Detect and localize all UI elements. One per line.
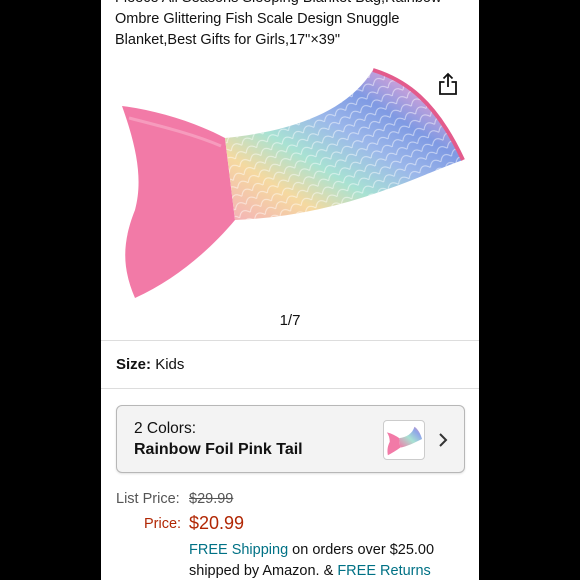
list-price-label: List Price: — [116, 491, 180, 507]
color-count: 2 Colors: — [134, 420, 197, 437]
size-label: Size: — [116, 356, 152, 373]
free-returns-link[interactable]: FREE Returns — [337, 563, 430, 579]
product-image[interactable] — [115, 60, 465, 305]
selected-color: Rainbow Foil Pink Tail — [134, 441, 303, 458]
divider — [101, 340, 479, 341]
list-price-value: $29.99 — [189, 491, 234, 507]
free-shipping-link[interactable]: FREE Shipping — [189, 542, 288, 558]
price-value: $20.99 — [189, 513, 245, 533]
shipping-text: on orders over $25.00 — [288, 542, 435, 558]
color-selector-button[interactable]: 2 Colors: Rainbow Foil Pink Tail — [116, 405, 465, 473]
title-line: Blanket,Best Gifts for Girls,17"×39" — [115, 32, 341, 48]
shipping-info: FREE Shipping on orders over $25.00 ship… — [189, 540, 479, 580]
title-line: Ombre Glittering Fish Scale Design Snugg… — [115, 11, 400, 27]
color-swatch-thumbnail[interactable] — [383, 420, 425, 460]
divider — [101, 388, 479, 389]
chevron-right-icon[interactable] — [436, 431, 450, 449]
product-title: Fleece All Seasons Sleeping Blanket Bag,… — [115, 0, 471, 51]
size-value: Kids — [155, 356, 185, 373]
size-selector[interactable]: Size: Kids — [116, 356, 184, 373]
shipping-text: shipped by Amazon. & — [189, 563, 338, 579]
image-counter: 1/7 — [279, 312, 301, 329]
product-page: Fleece All Seasons Sleeping Blanket Bag,… — [101, 0, 479, 580]
price-label: Price: — [144, 516, 182, 532]
title-line: Fleece All Seasons Sleeping Blanket Bag,… — [115, 0, 471, 9]
